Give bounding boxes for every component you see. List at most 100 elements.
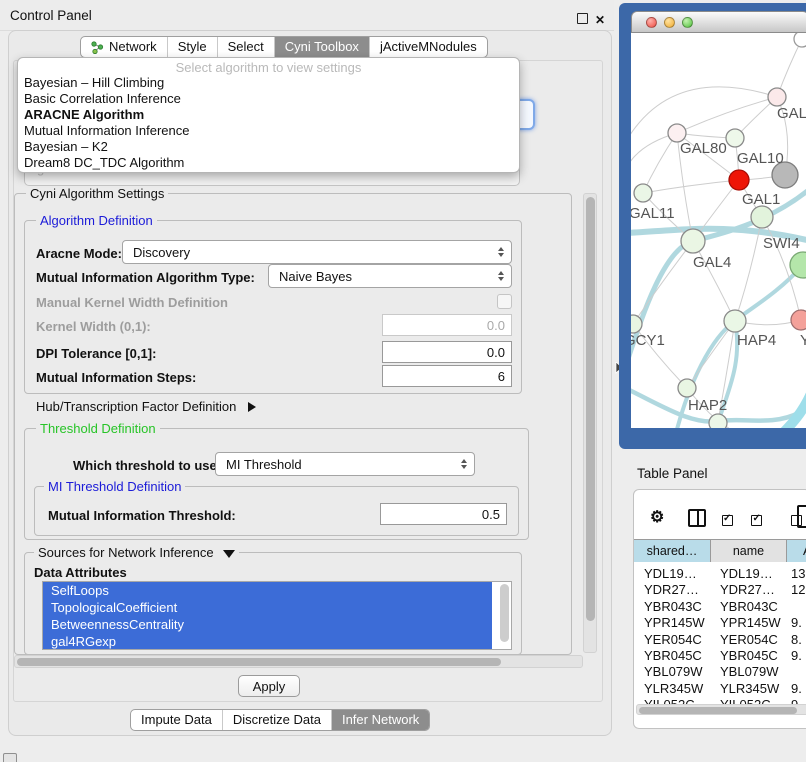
which-threshold-label: Which threshold to use: [73, 458, 221, 473]
control-panel-titlebar: Control Panel [0, 0, 614, 31]
tab-style[interactable]: Style [168, 37, 218, 57]
node-unlabeled-top[interactable] [794, 33, 806, 47]
table-row[interactable]: YBR045CYBR045C9. [634, 648, 806, 664]
cyni-algorithm-settings-title: Cyni Algorithm Settings [26, 187, 168, 200]
mi-type-value: Naive Bayes [279, 269, 352, 284]
dropdown-item-aracne[interactable]: ARACNE Algorithm [18, 107, 519, 123]
node-label: GAL11 [631, 205, 675, 222]
kernel-width-field[interactable]: 0.0 [382, 314, 512, 336]
tab-jactivemnodules[interactable]: jActiveMNodules [370, 37, 487, 57]
dropdown-item-dream8[interactable]: Dream8 DC_TDC Algorithm [18, 155, 519, 171]
dropdown-prompt: Select algorithm to view settings [18, 60, 519, 75]
cell-value: 9. [787, 648, 806, 664]
kernel-width-value: 0.0 [487, 318, 505, 333]
manual-kernel-checkbox[interactable] [497, 294, 512, 309]
hub-definition-toggle[interactable]: Hub/Transcription Factor Definition [36, 399, 256, 414]
list-scrollbar-thumb[interactable] [500, 584, 509, 642]
dropdown-item-bayesian-k2[interactable]: Bayesian – K2 [18, 139, 519, 155]
node-gal10[interactable] [726, 129, 744, 147]
settings-hscrollbar-track[interactable] [14, 655, 583, 668]
list-item-betweennesscentrality[interactable]: BetweennessCentrality [43, 616, 492, 633]
mi-threshold-field[interactable]: 0.5 [380, 503, 507, 525]
table-panel-body: shared… name A YDL19…YDL19…13 YDR27…YDR2… [633, 489, 806, 729]
settings-vscrollbar-thumb[interactable] [586, 197, 595, 621]
node-gal4[interactable] [681, 229, 705, 253]
node-unlabeled-bottom[interactable] [709, 414, 727, 428]
table-row[interactable]: YBR043CYBR043C [634, 599, 806, 615]
node-gal-partial[interactable] [768, 88, 786, 106]
list-item-selfloops[interactable]: SelfLoops [43, 582, 492, 599]
table-row[interactable]: YDL19…YDL19…13 [634, 566, 806, 582]
dpi-tolerance-field[interactable]: 0.0 [382, 341, 512, 363]
network-canvas[interactable]: GAL GAL80 GAL10 GAL1 GAL11 SWI4 GAL4 GCY… [631, 33, 806, 428]
tab-impute-data[interactable]: Impute Data [131, 710, 223, 730]
checked-checkbox-icon[interactable] [722, 515, 733, 526]
hub-definition-label: Hub/Transcription Factor Definition [36, 399, 236, 414]
table-row[interactable]: YBL079WYBL079W [634, 664, 806, 680]
mac-minimize-icon[interactable] [664, 17, 675, 28]
table-row[interactable]: YLR345WYLR345W9. [634, 681, 806, 697]
mi-steps-value: 6 [498, 369, 505, 384]
tab-select[interactable]: Select [218, 37, 275, 57]
list-item-gal4rgexp[interactable]: gal4RGexp [43, 633, 492, 650]
dropdown-item-basic-correlation[interactable]: Basic Correlation Inference [18, 91, 519, 107]
node-label: Y [800, 332, 806, 349]
column-header-name[interactable]: name [711, 540, 787, 562]
node-salmon[interactable] [791, 310, 806, 330]
node-swi4[interactable] [751, 206, 773, 228]
tab-cyni-toolbox[interactable]: Cyni Toolbox [275, 37, 370, 57]
control-panel-tabbar: Network Style Select Cyni Toolbox jActiv… [80, 36, 488, 58]
cell-shared: YLR345W [634, 681, 711, 697]
apply-button[interactable]: Apply [238, 675, 300, 697]
checked-checkbox-icon[interactable] [751, 515, 762, 526]
settings-vscrollbar-track[interactable] [583, 193, 597, 653]
mi-type-combo[interactable]: Naive Bayes [268, 264, 512, 288]
settings-hscrollbar-thumb[interactable] [17, 658, 501, 666]
cell-shared: YBR045C [634, 648, 711, 664]
sources-toggle[interactable]: Sources for Network Inference [34, 546, 239, 559]
cyni-bottom-tabbar: Impute Data Discretize Data Infer Networ… [130, 709, 430, 731]
column-header-shared[interactable]: shared… [634, 540, 711, 562]
table-hscrollbar-track[interactable] [636, 704, 806, 715]
list-item-topologicalcoefficient[interactable]: TopologicalCoefficient [43, 599, 492, 616]
columns-icon[interactable] [688, 509, 706, 527]
mac-close-icon[interactable] [646, 17, 657, 28]
table-row[interactable]: YER054CYER054C8. [634, 632, 806, 648]
which-threshold-value: MI Threshold [226, 457, 302, 472]
table-row[interactable]: YPR145WYPR145W9. [634, 615, 806, 631]
cell-value: 9. [787, 697, 806, 704]
network-tab-icon [91, 41, 104, 54]
mi-steps-field[interactable]: 6 [382, 365, 512, 387]
bottom-left-partial-icon[interactable] [3, 753, 17, 762]
stepper-icon [498, 271, 504, 281]
node-label: HAP2 [688, 397, 727, 414]
table-hscrollbar-thumb[interactable] [639, 707, 797, 714]
column-header-partial[interactable]: A [787, 540, 806, 562]
cell-name: YDL19… [711, 566, 787, 582]
node-gal11[interactable] [634, 184, 652, 202]
tab-network[interactable]: Network [81, 37, 168, 57]
cell-shared: YER054C [634, 632, 711, 648]
mac-zoom-icon[interactable] [682, 17, 693, 28]
dropdown-item-mutual-information[interactable]: Mutual Information Inference [18, 123, 519, 139]
node-label: GAL4 [693, 254, 731, 271]
node-gal1-red[interactable] [729, 170, 749, 190]
dpi-tolerance-value: 0.0 [487, 345, 505, 360]
table-row[interactable]: YIL052CYIL052C9. [634, 697, 806, 704]
network-window-titlebar[interactable] [631, 11, 806, 33]
dropdown-item-bayesian-hill-climbing[interactable]: Bayesian – Hill Climbing [18, 75, 519, 91]
tab-infer-network[interactable]: Infer Network [332, 710, 429, 730]
node-hap2[interactable] [678, 379, 696, 397]
tab-discretize-data-label: Discretize Data [233, 710, 321, 730]
screenshot-stage: Control Panel Network Style Select Cyni … [0, 0, 806, 762]
table-header-row: shared… name A [634, 539, 806, 561]
gear-icon[interactable] [650, 507, 664, 527]
tab-discretize-data[interactable]: Discretize Data [223, 710, 332, 730]
which-threshold-combo[interactable]: MI Threshold [215, 452, 475, 476]
aracne-mode-combo[interactable]: Discovery [122, 240, 512, 264]
node-hap4[interactable] [724, 310, 746, 332]
table-row[interactable]: YDR27…YDR27…12 [634, 582, 806, 598]
close-panel-icon[interactable] [595, 11, 605, 29]
document-icon[interactable] [797, 505, 806, 528]
float-panel-icon[interactable] [577, 13, 588, 24]
